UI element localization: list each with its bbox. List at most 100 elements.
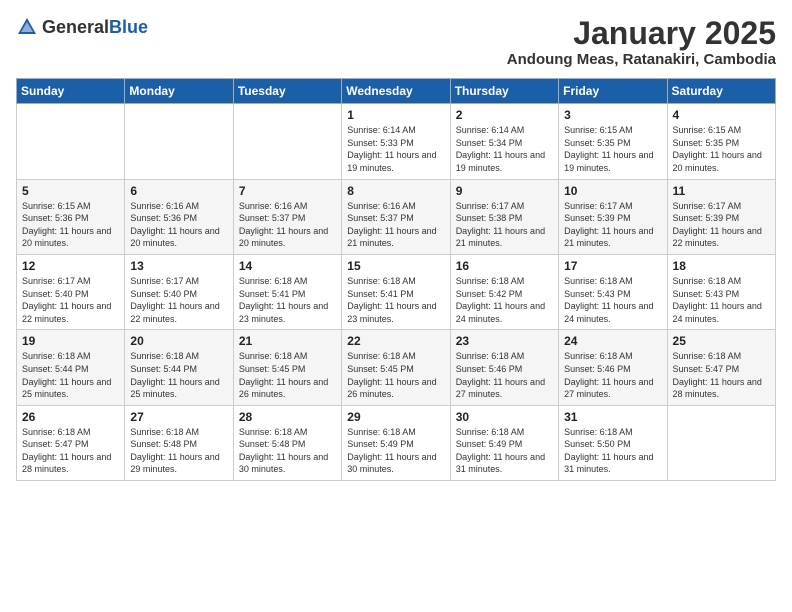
day-info: Sunrise: 6:18 AM Sunset: 5:41 PM Dayligh… (347, 275, 444, 325)
day-cell: 9 Sunrise: 6:17 AM Sunset: 5:38 PM Daylig… (450, 179, 558, 254)
day-info: Sunrise: 6:14 AM Sunset: 5:34 PM Dayligh… (456, 124, 553, 174)
day-number: 5 (22, 184, 119, 198)
day-info: Sunrise: 6:16 AM Sunset: 5:37 PM Dayligh… (347, 200, 444, 250)
day-cell (125, 104, 233, 179)
page-header: GeneralBlue January 2025 Andoung Meas, R… (16, 16, 776, 68)
day-number: 13 (130, 259, 227, 273)
week-row-4: 19 Sunrise: 6:18 AM Sunset: 5:44 PM Dayli… (17, 330, 776, 405)
day-cell: 21 Sunrise: 6:18 AM Sunset: 5:45 PM Dayli… (233, 330, 341, 405)
day-info: Sunrise: 6:18 AM Sunset: 5:45 PM Dayligh… (347, 350, 444, 400)
day-cell: 17Sunrise: 6:18 AM Sunset: 5:43 PM Dayli… (559, 254, 667, 329)
logo-text-blue: Blue (109, 17, 148, 37)
day-number: 31 (564, 410, 661, 424)
day-info: Sunrise: 6:18 AM Sunset: 5:49 PM Dayligh… (347, 426, 444, 476)
day-info: Sunrise: 6:17 AM Sunset: 5:40 PM Dayligh… (130, 275, 227, 325)
day-number: 21 (239, 334, 336, 348)
weekday-header-monday: Monday (125, 79, 233, 104)
day-info: Sunrise: 6:18 AM Sunset: 5:44 PM Dayligh… (130, 350, 227, 400)
day-info: Sunrise: 6:16 AM Sunset: 5:36 PM Dayligh… (130, 200, 227, 250)
day-cell: 25Sunrise: 6:18 AM Sunset: 5:47 PM Dayli… (667, 330, 775, 405)
day-info: Sunrise: 6:14 AM Sunset: 5:33 PM Dayligh… (347, 124, 444, 174)
title-area: January 2025 Andoung Meas, Ratanakiri, C… (507, 16, 776, 68)
day-number: 20 (130, 334, 227, 348)
day-info: Sunrise: 6:15 AM Sunset: 5:35 PM Dayligh… (673, 124, 770, 174)
logo: GeneralBlue (16, 16, 148, 38)
day-info: Sunrise: 6:17 AM Sunset: 5:39 PM Dayligh… (673, 200, 770, 250)
day-info: Sunrise: 6:18 AM Sunset: 5:44 PM Dayligh… (22, 350, 119, 400)
day-cell: 19 Sunrise: 6:18 AM Sunset: 5:44 PM Dayli… (17, 330, 125, 405)
day-number: 6 (130, 184, 227, 198)
logo-icon (16, 16, 38, 38)
week-row-2: 5 Sunrise: 6:15 AM Sunset: 5:36 PM Daylig… (17, 179, 776, 254)
day-cell: 28 Sunrise: 6:18 AM Sunset: 5:48 PM Dayli… (233, 405, 341, 480)
day-info: Sunrise: 6:18 AM Sunset: 5:43 PM Dayligh… (673, 275, 770, 325)
day-number: 15 (347, 259, 444, 273)
day-info: Sunrise: 6:16 AM Sunset: 5:37 PM Dayligh… (239, 200, 336, 250)
day-cell: 30 Sunrise: 6:18 AM Sunset: 5:49 PM Dayli… (450, 405, 558, 480)
day-cell: 23 Sunrise: 6:18 AM Sunset: 5:46 PM Dayli… (450, 330, 558, 405)
day-cell: 13 Sunrise: 6:17 AM Sunset: 5:40 PM Dayli… (125, 254, 233, 329)
day-number: 8 (347, 184, 444, 198)
day-cell: 12 Sunrise: 6:17 AM Sunset: 5:40 PM Dayli… (17, 254, 125, 329)
day-cell: 2 Sunrise: 6:14 AM Sunset: 5:34 PM Daylig… (450, 104, 558, 179)
day-info: Sunrise: 6:17 AM Sunset: 5:38 PM Dayligh… (456, 200, 553, 250)
day-info: Sunrise: 6:18 AM Sunset: 5:47 PM Dayligh… (22, 426, 119, 476)
day-cell: 5 Sunrise: 6:15 AM Sunset: 5:36 PM Daylig… (17, 179, 125, 254)
calendar: SundayMondayTuesdayWednesdayThursdayFrid… (16, 78, 776, 481)
day-number: 14 (239, 259, 336, 273)
weekday-header-row: SundayMondayTuesdayWednesdayThursdayFrid… (17, 79, 776, 104)
week-row-5: 26 Sunrise: 6:18 AM Sunset: 5:47 PM Dayli… (17, 405, 776, 480)
weekday-header-tuesday: Tuesday (233, 79, 341, 104)
day-cell (17, 104, 125, 179)
day-number: 3 (564, 108, 661, 122)
day-info: Sunrise: 6:18 AM Sunset: 5:45 PM Dayligh… (239, 350, 336, 400)
weekday-header-thursday: Thursday (450, 79, 558, 104)
location-title: Andoung Meas, Ratanakiri, Cambodia (507, 51, 776, 68)
day-number: 18 (673, 259, 770, 273)
day-cell: 1Sunrise: 6:14 AM Sunset: 5:33 PM Daylig… (342, 104, 450, 179)
day-info: Sunrise: 6:18 AM Sunset: 5:49 PM Dayligh… (456, 426, 553, 476)
day-number: 9 (456, 184, 553, 198)
month-title: January 2025 (507, 16, 776, 51)
day-info: Sunrise: 6:18 AM Sunset: 5:42 PM Dayligh… (456, 275, 553, 325)
day-number: 7 (239, 184, 336, 198)
day-cell: 4 Sunrise: 6:15 AM Sunset: 5:35 PM Daylig… (667, 104, 775, 179)
logo-text-general: General (42, 17, 109, 37)
day-number: 25 (673, 334, 770, 348)
day-cell (667, 405, 775, 480)
day-number: 19 (22, 334, 119, 348)
day-number: 30 (456, 410, 553, 424)
day-number: 11 (673, 184, 770, 198)
day-cell: 10Sunrise: 6:17 AM Sunset: 5:39 PM Dayli… (559, 179, 667, 254)
day-number: 2 (456, 108, 553, 122)
day-cell: 14 Sunrise: 6:18 AM Sunset: 5:41 PM Dayli… (233, 254, 341, 329)
day-cell: 31 Sunrise: 6:18 AM Sunset: 5:50 PM Dayli… (559, 405, 667, 480)
day-info: Sunrise: 6:15 AM Sunset: 5:36 PM Dayligh… (22, 200, 119, 250)
week-row-1: 1Sunrise: 6:14 AM Sunset: 5:33 PM Daylig… (17, 104, 776, 179)
day-cell: 20 Sunrise: 6:18 AM Sunset: 5:44 PM Dayli… (125, 330, 233, 405)
day-number: 16 (456, 259, 553, 273)
day-number: 12 (22, 259, 119, 273)
day-cell: 11 Sunrise: 6:17 AM Sunset: 5:39 PM Dayli… (667, 179, 775, 254)
day-number: 10 (564, 184, 661, 198)
day-number: 4 (673, 108, 770, 122)
day-info: Sunrise: 6:18 AM Sunset: 5:50 PM Dayligh… (564, 426, 661, 476)
day-info: Sunrise: 6:18 AM Sunset: 5:48 PM Dayligh… (239, 426, 336, 476)
day-cell (233, 104, 341, 179)
day-number: 17 (564, 259, 661, 273)
day-cell: 16 Sunrise: 6:18 AM Sunset: 5:42 PM Dayli… (450, 254, 558, 329)
day-cell: 18 Sunrise: 6:18 AM Sunset: 5:43 PM Dayli… (667, 254, 775, 329)
day-cell: 27Sunrise: 6:18 AM Sunset: 5:48 PM Dayli… (125, 405, 233, 480)
day-info: Sunrise: 6:18 AM Sunset: 5:41 PM Dayligh… (239, 275, 336, 325)
day-number: 29 (347, 410, 444, 424)
day-info: Sunrise: 6:15 AM Sunset: 5:35 PM Dayligh… (564, 124, 661, 174)
day-number: 23 (456, 334, 553, 348)
day-cell: 22Sunrise: 6:18 AM Sunset: 5:45 PM Dayli… (342, 330, 450, 405)
day-info: Sunrise: 6:18 AM Sunset: 5:46 PM Dayligh… (456, 350, 553, 400)
day-number: 24 (564, 334, 661, 348)
weekday-header-sunday: Sunday (17, 79, 125, 104)
weekday-header-wednesday: Wednesday (342, 79, 450, 104)
day-number: 28 (239, 410, 336, 424)
day-number: 26 (22, 410, 119, 424)
day-info: Sunrise: 6:17 AM Sunset: 5:40 PM Dayligh… (22, 275, 119, 325)
